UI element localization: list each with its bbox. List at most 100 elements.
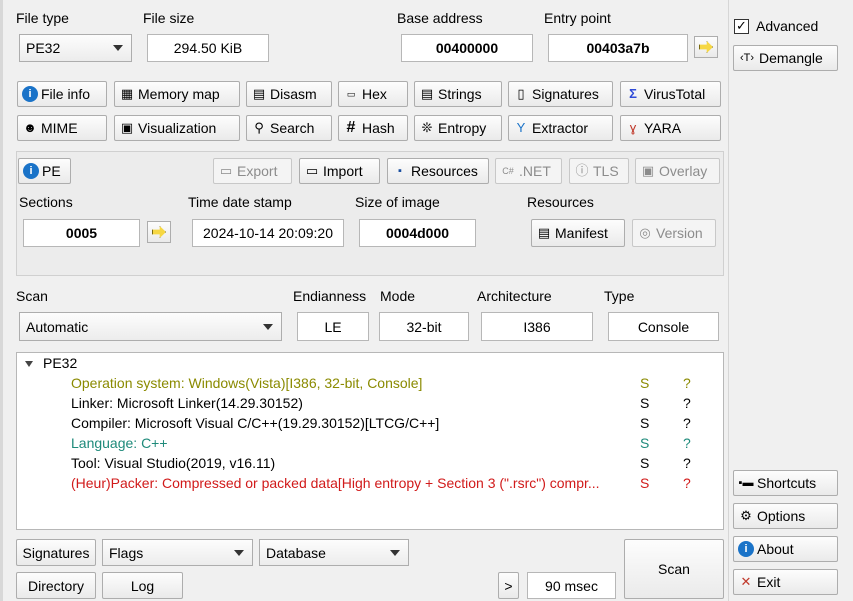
- entropy-button[interactable]: ❊ Entropy: [414, 115, 502, 141]
- mode-label: Mode: [380, 288, 416, 304]
- endianness-field: LE: [297, 312, 369, 341]
- result-row[interactable]: Linker: Microsoft Linker(14.29.30152) S …: [17, 395, 725, 415]
- tls-button[interactable]: ⓘ TLS: [569, 158, 629, 184]
- export-button[interactable]: ▭ Export: [213, 158, 292, 184]
- tls-icon: ⓘ: [575, 163, 589, 178]
- document-icon: ▯: [517, 86, 525, 101]
- shortcuts-button[interactable]: ▪▬ Shortcuts: [733, 470, 838, 496]
- arrow-right-icon: [152, 226, 166, 238]
- exit-button[interactable]: ✕ Exit: [733, 569, 838, 595]
- sections-label: Sections: [19, 194, 73, 210]
- result-s: S: [640, 415, 650, 431]
- virustotal-icon: Σ: [629, 86, 637, 101]
- file-info-label: File info: [41, 86, 91, 102]
- checkbox-checked-icon: ✓: [734, 18, 749, 34]
- result-q: ?: [683, 455, 691, 471]
- signatures-tool-button[interactable]: ▯ Signatures: [508, 81, 613, 107]
- base-address-label: Base address: [397, 10, 483, 26]
- architecture-field: I386: [481, 312, 593, 341]
- result-q: ?: [683, 395, 691, 411]
- strings-icon: ▤: [420, 86, 434, 101]
- demangle-button[interactable]: ‹T› Demangle: [733, 45, 838, 71]
- type-label: Type: [604, 288, 635, 304]
- disasm-label: Disasm: [270, 86, 317, 102]
- result-s: S: [640, 395, 650, 411]
- memory-map-button[interactable]: ▦ Memory map: [114, 81, 240, 107]
- result-row[interactable]: Compiler: Microsoft Visual C/C++(19.29.3…: [17, 415, 725, 435]
- result-s: S: [640, 435, 650, 451]
- entry-point-go-button[interactable]: [694, 36, 718, 58]
- info-icon: i: [22, 86, 38, 102]
- chevron-down-icon: [263, 323, 273, 330]
- demangle-icon: ‹T›: [739, 52, 755, 64]
- extractor-button[interactable]: Y Extractor: [508, 115, 613, 141]
- size-of-image-field: 0004d000: [359, 219, 476, 247]
- hash-button[interactable]: # Hash: [338, 115, 408, 141]
- pe-label: PE: [42, 163, 61, 179]
- net-button[interactable]: C# .NET: [495, 158, 562, 184]
- chevron-down-icon: [234, 549, 244, 556]
- yara-button[interactable]: ɣ YARA: [620, 115, 721, 141]
- import-label: Import: [323, 163, 363, 179]
- hash-icon: #: [346, 119, 356, 136]
- file-size-label: File size: [143, 10, 195, 26]
- scan-mode-value: Automatic: [26, 318, 89, 335]
- virustotal-button[interactable]: Σ VirusTotal: [620, 81, 721, 107]
- import-button[interactable]: ▭ Import: [299, 158, 380, 184]
- sections-go-button[interactable]: [147, 221, 171, 243]
- about-button[interactable]: i About: [733, 536, 838, 562]
- resources-button[interactable]: ▪ Resources: [387, 158, 489, 184]
- log-button[interactable]: Log: [102, 572, 183, 599]
- base-address-field: 00400000: [401, 34, 533, 62]
- arrow-right-icon: [699, 41, 713, 53]
- results-tree[interactable]: PE32 Operation system: Windows(Vista)[I3…: [16, 352, 724, 530]
- time-date-stamp-label: Time date stamp: [188, 194, 292, 210]
- mime-button[interactable]: ☻ MIME: [17, 115, 107, 141]
- overlay-label: Overlay: [659, 163, 708, 179]
- result-text: Linker: Microsoft Linker(14.29.30152): [71, 395, 303, 411]
- database-combo[interactable]: Database: [259, 539, 409, 566]
- result-text: Language: C++: [71, 435, 168, 451]
- gear-icon: ⚙: [740, 508, 752, 523]
- options-button[interactable]: ⚙ Options: [733, 503, 838, 529]
- entropy-icon: ❊: [421, 120, 433, 135]
- pe-button[interactable]: i PE: [18, 158, 71, 184]
- visualization-button[interactable]: ▣ Visualization: [114, 115, 240, 141]
- shortcuts-label: Shortcuts: [757, 475, 817, 491]
- flags-combo[interactable]: Flags: [102, 539, 253, 566]
- strings-button[interactable]: ▤ Strings: [414, 81, 502, 107]
- version-button[interactable]: ◎ Version: [632, 219, 716, 247]
- directory-button[interactable]: Directory: [16, 572, 96, 599]
- mime-label: MIME: [41, 120, 78, 136]
- entry-point-field: 00403a7b: [548, 34, 688, 62]
- result-row[interactable]: (Heur)Packer: Compressed or packed data[…: [17, 475, 725, 495]
- signatures-button[interactable]: Signatures: [16, 539, 96, 566]
- resources-section-label: Resources: [527, 194, 594, 210]
- file-type-combo[interactable]: PE32: [19, 34, 132, 62]
- file-info-button[interactable]: i File info: [17, 81, 107, 107]
- close-icon: ✕: [740, 574, 752, 589]
- result-row[interactable]: Operation system: Windows(Vista)[I386, 3…: [17, 375, 725, 395]
- manifest-button[interactable]: ▤ Manifest: [531, 219, 625, 247]
- search-button[interactable]: ⚲ Search: [246, 115, 332, 141]
- overlay-button[interactable]: ▣ Overlay: [635, 158, 720, 184]
- disasm-button[interactable]: ▤ Disasm: [246, 81, 332, 107]
- expand-triangle-icon: [25, 361, 33, 368]
- scan-mode-combo[interactable]: Automatic: [19, 312, 282, 341]
- time-date-stamp-field: 2024-10-14 20:09:20: [192, 219, 344, 247]
- resources-icon: ▪: [398, 165, 402, 177]
- yara-icon: ɣ: [629, 120, 637, 135]
- resources-label: Resources: [411, 163, 478, 179]
- result-text: Compiler: Microsoft Visual C/C++(19.29.3…: [71, 415, 440, 431]
- advanced-checkbox[interactable]: ✓ Advanced: [734, 16, 838, 36]
- info-icon: i: [738, 541, 754, 557]
- extractor-label: Extractor: [532, 120, 589, 136]
- tree-root[interactable]: PE32: [25, 355, 77, 375]
- hex-button[interactable]: ▭ Hex: [338, 81, 408, 107]
- result-row[interactable]: Tool: Visual Studio(2019, v16.11) S ?: [17, 455, 725, 475]
- scan-button[interactable]: Scan: [624, 539, 724, 599]
- size-of-image-label: Size of image: [355, 194, 440, 210]
- result-row[interactable]: Language: C++ S ?: [17, 435, 725, 455]
- more-button[interactable]: >: [498, 572, 519, 599]
- csharp-icon: C#: [502, 166, 514, 176]
